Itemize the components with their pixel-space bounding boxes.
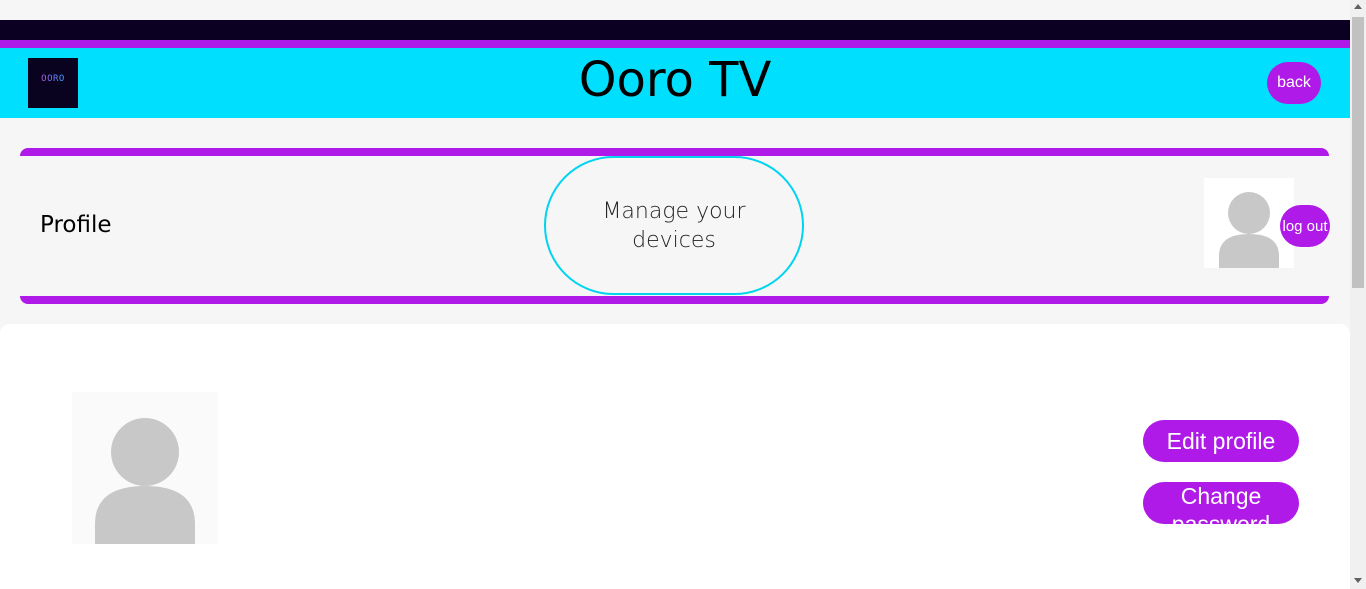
- profile-title: Profile: [40, 212, 112, 238]
- logout-button[interactable]: log out: [1280, 205, 1330, 247]
- back-button[interactable]: back: [1267, 62, 1321, 104]
- scroll-thumb[interactable]: [1352, 17, 1364, 288]
- avatar-large: [72, 392, 218, 544]
- change-password-label: Change password: [1171, 483, 1271, 524]
- top-dark-strip: [0, 20, 1350, 40]
- change-password-button[interactable]: Change password: [1143, 482, 1299, 524]
- user-silhouette-icon: [95, 418, 195, 544]
- vertical-scrollbar[interactable]: [1350, 0, 1366, 589]
- profile-bar: Profile Manage your devices log out: [20, 148, 1330, 304]
- top-accent-strip: [0, 40, 1350, 48]
- app-header: OORO Ooro TV back: [0, 48, 1350, 118]
- profile-card: Edit profile Change password: [0, 324, 1350, 589]
- manage-devices-button[interactable]: Manage your devices: [544, 156, 804, 295]
- scroll-down-arrow-icon[interactable]: [1354, 578, 1362, 583]
- app-title: Ooro TV: [578, 52, 772, 108]
- edit-profile-button[interactable]: Edit profile: [1143, 420, 1299, 462]
- scroll-up-arrow-icon[interactable]: [1354, 4, 1362, 9]
